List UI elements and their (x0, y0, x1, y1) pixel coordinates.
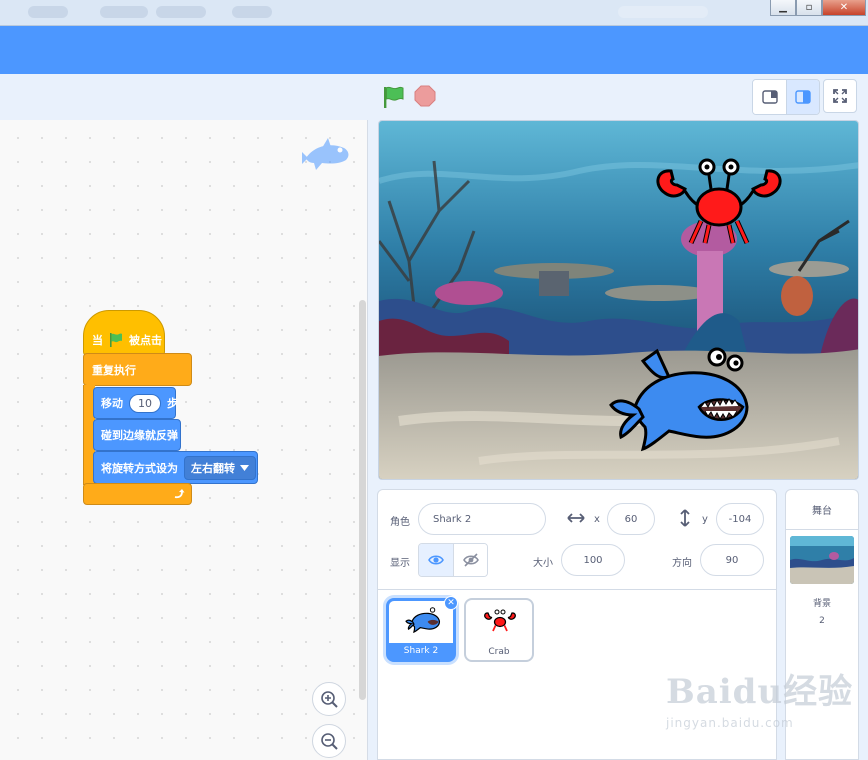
move-steps-input[interactable]: 10 (129, 393, 161, 413)
bounce-label: 碰到边缘就反弹 (101, 429, 178, 442)
zoom-in-icon (321, 691, 338, 708)
small-stage-button[interactable] (753, 80, 786, 114)
bounce-on-edge-block[interactable]: 碰到边缘就反弹 (93, 419, 181, 451)
stage-panel-title: 舞台 (786, 490, 858, 530)
code-scrollbar[interactable] (359, 300, 366, 700)
size-label: 大小 (533, 558, 553, 569)
x-arrows-icon (567, 513, 585, 523)
set-rotation-style-block[interactable]: 将旋转方式设为 左右翻转 (93, 451, 258, 484)
visibility-toggle (418, 543, 488, 577)
stage[interactable] (378, 120, 859, 480)
stop-icon[interactable] (414, 85, 436, 107)
backdrop-thumbnail[interactable] (790, 536, 854, 584)
sprite-tile-label: Crab (488, 647, 510, 657)
rotation-style-value: 左右翻转 (191, 461, 235, 475)
eye-icon (428, 555, 444, 565)
sprite-tile-shark-2[interactable]: Shark 2 ✕ (386, 596, 458, 662)
normal-stage-button[interactable] (786, 80, 819, 114)
zoom-out-button[interactable] (312, 724, 346, 758)
delete-sprite-button[interactable]: ✕ (444, 596, 458, 610)
close-button[interactable]: ✕ (822, 0, 866, 16)
shark-sprite[interactable] (609, 347, 751, 453)
move-steps-block[interactable]: 移动 10 步 (93, 387, 178, 419)
sprite-name-field[interactable]: Shark 2 (418, 503, 546, 535)
hat-suffix: 被点击 (129, 334, 162, 347)
forever-block[interactable]: 重复执行 (83, 353, 192, 386)
when-flag-clicked-block[interactable]: 当 被点击 (83, 310, 165, 356)
loop-arrow-icon (174, 489, 185, 499)
menu-bar (0, 26, 868, 74)
minimize-button[interactable]: ▁ (770, 0, 796, 16)
zoom-in-button[interactable] (312, 682, 346, 716)
sprite-tile-label: Shark 2 (389, 643, 453, 659)
x-field[interactable]: 60 (607, 503, 655, 535)
watermark-brand: Baidu经验 (666, 672, 854, 712)
zoom-out-icon (321, 733, 338, 750)
current-sprite-icon (302, 138, 349, 170)
shark-thumbnail (405, 607, 441, 633)
tab-ghost (156, 6, 206, 18)
hide-button[interactable] (453, 544, 487, 576)
tab-ghost (232, 6, 272, 18)
direction-field[interactable]: 90 (700, 544, 764, 576)
rotation-style-dropdown[interactable]: 左右翻转 (184, 455, 256, 480)
sprite-tile-crab[interactable]: Crab (464, 598, 534, 662)
sprite-label: 角色 (390, 517, 410, 528)
small-stage-icon (761, 90, 778, 104)
flag-icon[interactable] (380, 84, 406, 110)
fullscreen-button[interactable] (823, 79, 857, 113)
fullscreen-icon (833, 89, 847, 103)
stage-size-toggle (752, 79, 820, 115)
move-unit: 步 (167, 397, 178, 410)
flag-icon (110, 333, 122, 347)
forever-label: 重复执行 (92, 363, 136, 377)
show-label: 显示 (390, 558, 410, 569)
window-titlebar: ▁ ▫ ✕ (0, 0, 868, 26)
move-label: 移动 (101, 397, 123, 410)
backdrop-count: 2 (819, 616, 825, 626)
tab-ghost (618, 6, 708, 18)
baidu-watermark: Baidu经验 jingyan.baidu.com (660, 664, 860, 744)
hat-prefix: 当 (92, 334, 103, 347)
chevron-down-icon (240, 464, 249, 471)
tab-ghost (28, 6, 68, 18)
watermark-url: jingyan.baidu.com (666, 716, 794, 730)
backdrop-thumbnail-image (790, 536, 854, 584)
window-controls: ▁ ▫ ✕ (770, 0, 866, 16)
direction-label: 方向 (672, 558, 692, 569)
tab-ghost (100, 6, 148, 18)
code-workspace[interactable] (0, 120, 368, 760)
forever-block-end (83, 483, 192, 505)
y-label: y (702, 514, 708, 525)
eye-slash-icon (462, 553, 479, 567)
y-arrows-icon (680, 509, 690, 527)
maximize-button[interactable]: ▫ (796, 0, 822, 16)
normal-stage-icon (795, 90, 811, 104)
size-field[interactable]: 100 (561, 544, 625, 576)
crab-thumbnail (484, 609, 516, 632)
rotation-label: 将旋转方式设为 (101, 461, 178, 475)
crab-sprite[interactable] (651, 151, 787, 247)
x-label: x (594, 514, 600, 525)
show-button[interactable] (419, 544, 453, 576)
y-field[interactable]: -104 (716, 503, 764, 535)
backdrop-label: 背景 (812, 599, 831, 609)
